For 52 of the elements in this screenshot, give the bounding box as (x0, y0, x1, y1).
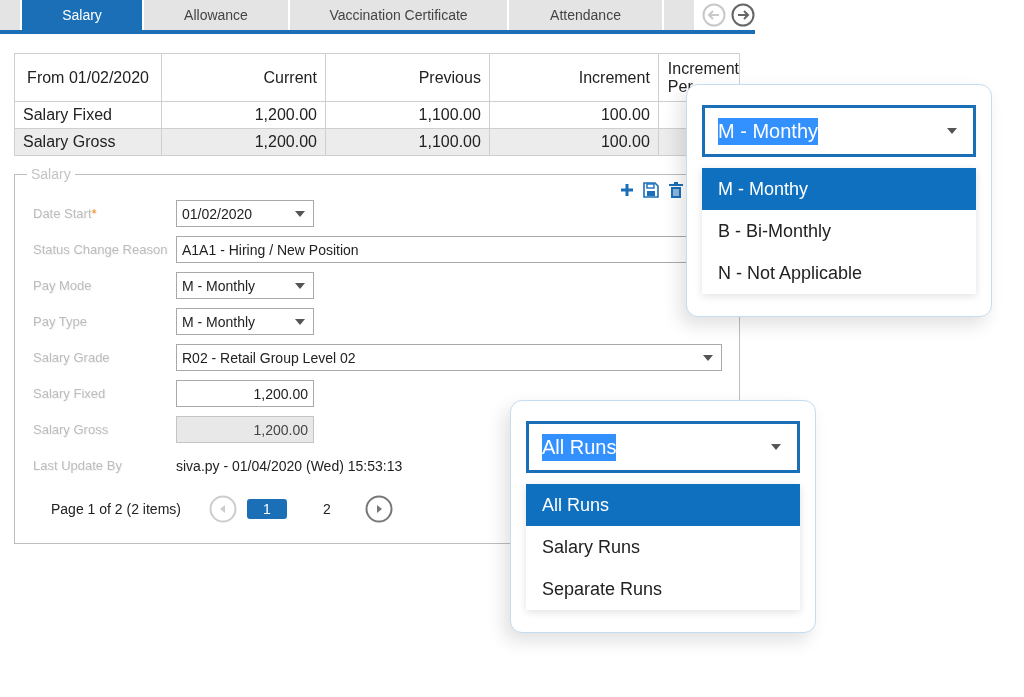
caret-icon[interactable] (947, 128, 957, 134)
page-summary: Page 1 of 2 (2 items) (51, 501, 181, 517)
tab-spacer (0, 0, 20, 30)
number-field: 1,200.00 (176, 416, 314, 443)
page-button[interactable]: 2 (306, 499, 347, 519)
table-cell: 1,100.00 (325, 101, 490, 129)
field-label: Date Start* (33, 206, 98, 221)
dropdown[interactable]: M - Monthly (176, 272, 314, 299)
caret-icon[interactable] (771, 444, 781, 450)
tab[interactable]: Vaccination Certificate (290, 0, 507, 30)
page-button[interactable]: 1 (246, 499, 287, 519)
field-label: Pay Type (33, 314, 88, 329)
table-cell: 1,200.00 (161, 101, 326, 129)
field-label: Status Change Reason (33, 242, 169, 257)
caret-icon[interactable] (295, 210, 305, 217)
dropdown[interactable]: 01/02/2020 (176, 200, 314, 227)
field-label: Salary Grade (33, 350, 111, 365)
column-header: Increment (489, 53, 659, 102)
caret-icon[interactable] (703, 354, 713, 361)
dropdown[interactable]: R02 - Retail Group Level 02 (176, 344, 722, 371)
column-header: Previous (325, 53, 490, 102)
table-cell: 1,100.00 (325, 128, 490, 156)
tab[interactable]: Allowance (144, 0, 288, 30)
number-field[interactable]: 1,200.00 (176, 380, 314, 407)
save-icon[interactable] (643, 182, 659, 198)
section-title: Salary (30, 166, 72, 182)
tab[interactable]: Attendance (509, 0, 662, 30)
field-label: Pay Mode (33, 278, 93, 293)
column-header: From 01/02/2020 (14, 53, 162, 102)
caret-icon[interactable] (295, 318, 305, 325)
table-cell: Salary Fixed (14, 101, 162, 129)
caret-icon[interactable] (295, 282, 305, 289)
table-cell: 1,200.00 (161, 128, 326, 156)
column-header: Current (161, 53, 326, 102)
dropdown-option[interactable]: Separate Runs (526, 568, 800, 610)
table-cell: 100.00 (489, 128, 659, 156)
dropdown-option[interactable]: Salary Runs (526, 526, 800, 568)
field-label: Last Update By (33, 458, 123, 473)
dropdown-option[interactable]: All Runs (526, 484, 800, 526)
table-cell: 100.00 (489, 101, 659, 129)
field-label: Salary Fixed (33, 386, 107, 401)
field-value: siva.py - 01/04/2020 (Wed) 15:53:13 (176, 457, 403, 474)
dropdown-option[interactable]: M - Monthy (702, 168, 976, 210)
next-icon[interactable] (731, 3, 755, 27)
dropdown[interactable]: M - Monthly (176, 308, 314, 335)
field-label: Salary Gross (33, 422, 110, 437)
trash-icon[interactable] (669, 182, 683, 198)
tab-spacer (664, 0, 694, 30)
next-page-icon[interactable] (364, 495, 393, 523)
plus-icon[interactable] (621, 183, 633, 197)
tab[interactable]: Salary (22, 0, 142, 30)
table-cell: Salary Gross (14, 128, 162, 156)
